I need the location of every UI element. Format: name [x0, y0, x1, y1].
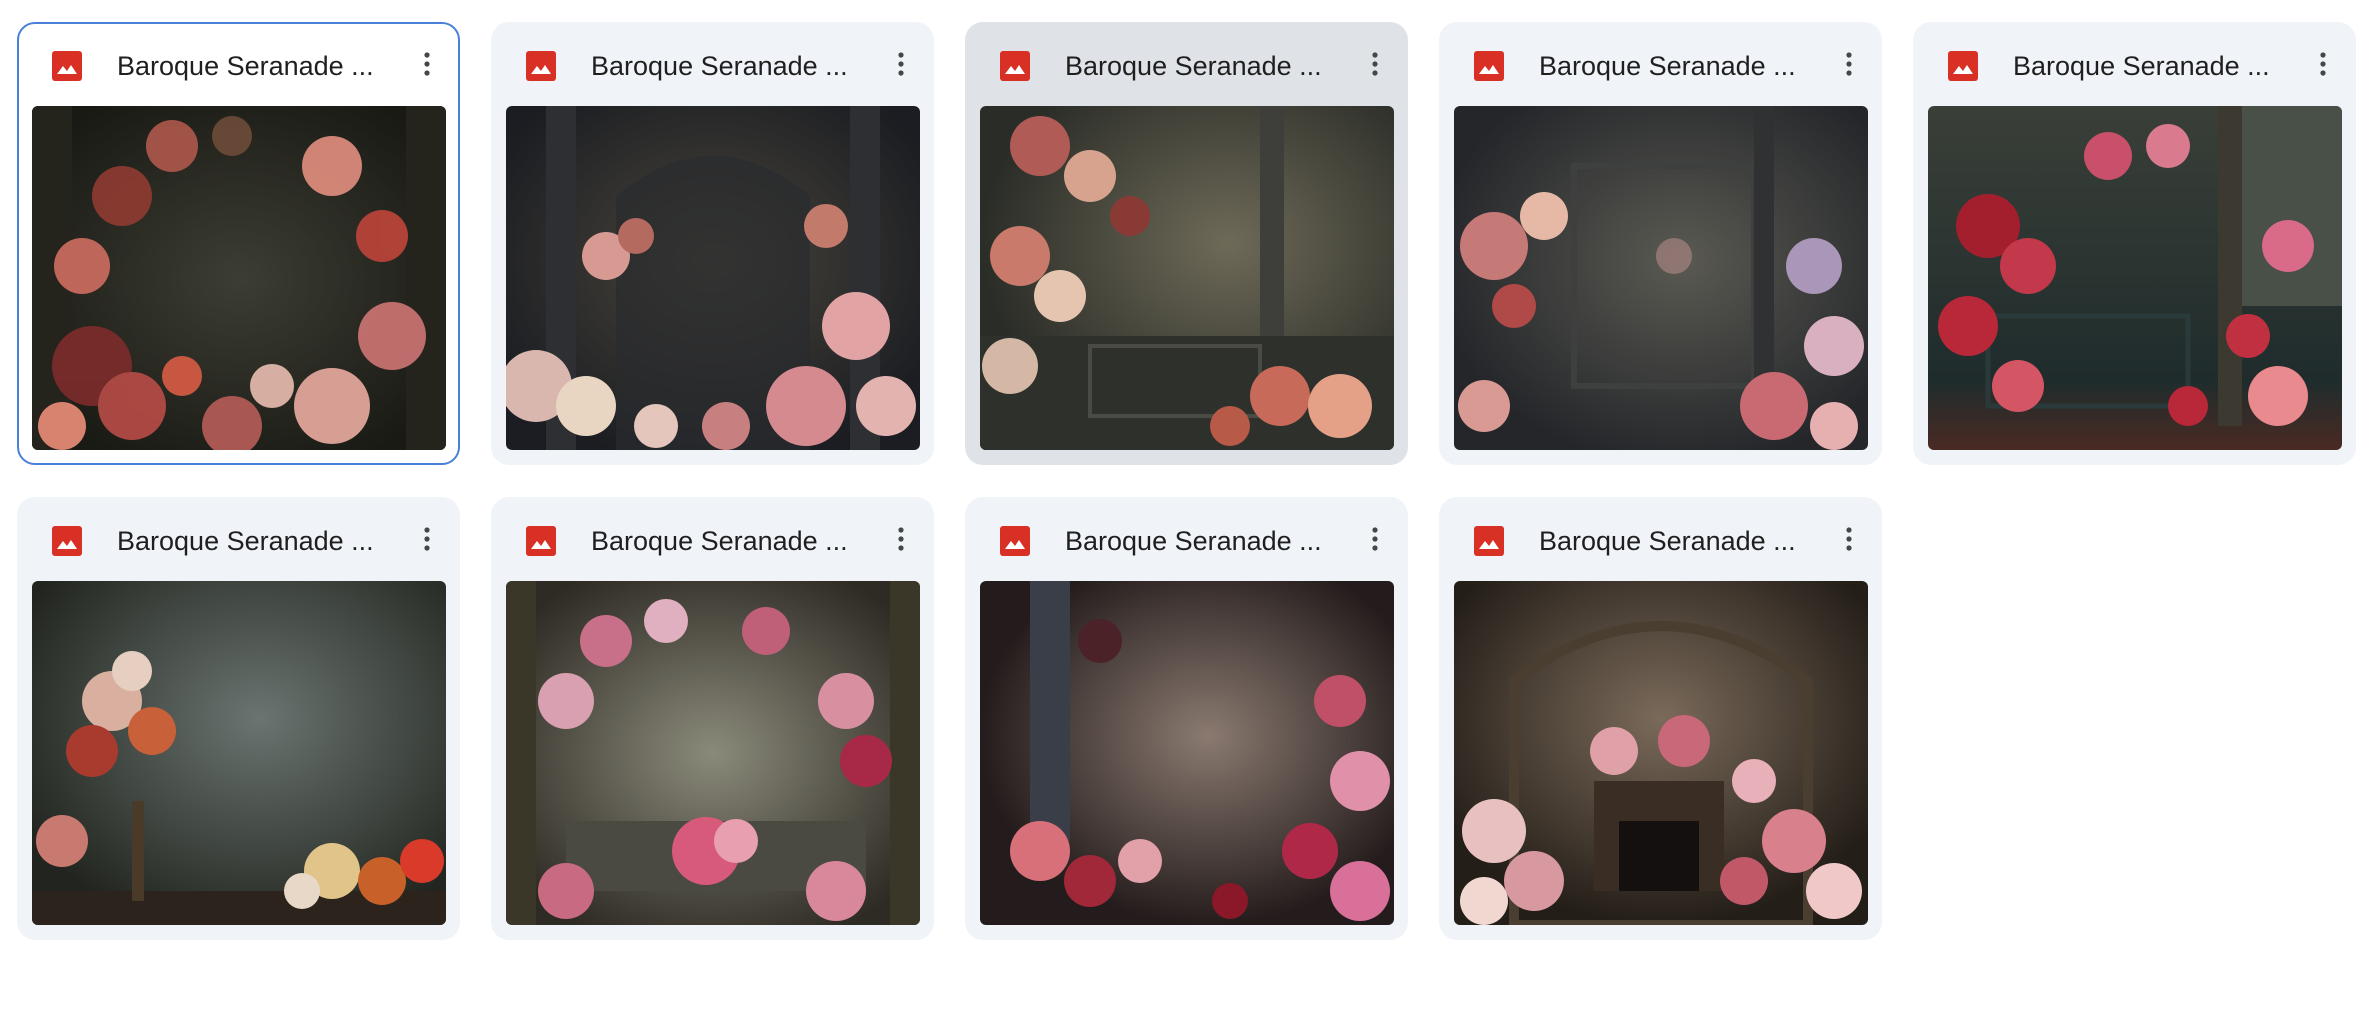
file-title: Baroque Seranade ... — [1065, 526, 1320, 556]
file-card[interactable]: Baroque Seranade ... — [965, 497, 1408, 940]
file-title: Baroque Seranade ... — [1539, 51, 1794, 81]
file-title: Baroque Seranade ... — [591, 526, 846, 556]
file-card-header: Baroque Seranade ... — [17, 497, 460, 581]
file-card-header: Baroque Seranade ... — [1913, 22, 2356, 106]
more-vert-icon[interactable] — [409, 521, 445, 557]
file-card-header: Baroque Seranade ... — [491, 22, 934, 106]
file-card[interactable]: Baroque Seranade ... — [1913, 22, 2356, 465]
image-thumbnail[interactable] — [506, 106, 920, 450]
file-card[interactable]: Baroque Seranade ... — [17, 22, 460, 465]
image-file-icon — [1948, 51, 1978, 81]
more-vert-icon[interactable] — [883, 46, 919, 82]
file-card[interactable]: Baroque Seranade ... — [491, 22, 934, 465]
more-vert-icon[interactable] — [409, 46, 445, 82]
file-grid: Baroque Seranade ... Baroque Seranade ..… — [0, 0, 2378, 1014]
image-file-icon — [526, 526, 556, 556]
file-card-header: Baroque Seranade ... — [965, 497, 1408, 581]
file-card-header: Baroque Seranade ... — [1439, 497, 1882, 581]
image-thumbnail[interactable] — [1928, 106, 2342, 450]
image-file-icon — [1474, 526, 1504, 556]
file-card[interactable]: Baroque Seranade ... — [1439, 497, 1882, 940]
file-title: Baroque Seranade ... — [117, 526, 372, 556]
image-thumbnail[interactable] — [1454, 106, 1868, 450]
image-thumbnail[interactable] — [32, 106, 446, 450]
file-title: Baroque Seranade ... — [117, 51, 372, 81]
more-vert-icon[interactable] — [1831, 46, 1867, 82]
image-thumbnail[interactable] — [980, 581, 1394, 925]
file-card-header: Baroque Seranade ... — [491, 497, 934, 581]
image-file-icon — [1000, 526, 1030, 556]
image-thumbnail[interactable] — [32, 581, 446, 925]
file-card[interactable]: Baroque Seranade ... — [17, 497, 460, 940]
more-vert-icon[interactable] — [1831, 521, 1867, 557]
file-card[interactable]: Baroque Seranade ... — [965, 22, 1408, 465]
file-title: Baroque Seranade ... — [2013, 51, 2268, 81]
image-thumbnail[interactable] — [980, 106, 1394, 450]
more-vert-icon[interactable] — [883, 521, 919, 557]
image-thumbnail[interactable] — [506, 581, 920, 925]
image-file-icon — [1000, 51, 1030, 81]
image-file-icon — [52, 526, 82, 556]
file-card-header: Baroque Seranade ... — [1439, 22, 1882, 106]
file-title: Baroque Seranade ... — [591, 51, 846, 81]
image-thumbnail[interactable] — [1454, 581, 1868, 925]
file-card[interactable]: Baroque Seranade ... — [491, 497, 934, 940]
file-title: Baroque Seranade ... — [1539, 526, 1794, 556]
file-card[interactable]: Baroque Seranade ... — [1439, 22, 1882, 465]
more-vert-icon[interactable] — [2305, 46, 2341, 82]
image-file-icon — [52, 51, 82, 81]
more-vert-icon[interactable] — [1357, 46, 1393, 82]
more-vert-icon[interactable] — [1357, 521, 1393, 557]
file-card-header: Baroque Seranade ... — [965, 22, 1408, 106]
file-title: Baroque Seranade ... — [1065, 51, 1320, 81]
file-card-header: Baroque Seranade ... — [17, 22, 456, 106]
image-file-icon — [1474, 51, 1504, 81]
image-file-icon — [526, 51, 556, 81]
